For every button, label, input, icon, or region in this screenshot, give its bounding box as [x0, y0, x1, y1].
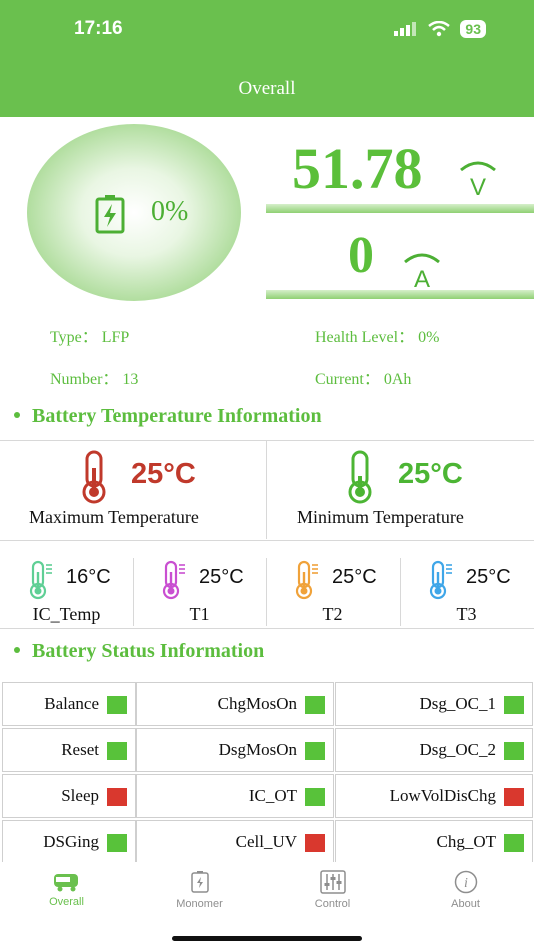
- status-label: Dsg_OC_2: [419, 740, 496, 759]
- status-indicator: [107, 742, 127, 760]
- tab-about[interactable]: i About: [399, 870, 532, 910]
- current-value: 0: [348, 227, 374, 284]
- status-indicator: [504, 834, 524, 852]
- temperature-section-title: Battery Temperature Information: [14, 405, 322, 428]
- soc-value: 0%: [151, 196, 189, 227]
- status-cell: Sleep: [2, 774, 136, 818]
- status-indicator: [107, 788, 127, 806]
- thermometer-icon: [29, 560, 52, 600]
- sensor-temperature-value: 25°C: [199, 566, 244, 588]
- sensor-temperature-value: 25°C: [332, 566, 377, 588]
- voltage-bar: [266, 204, 534, 213]
- status-section-title: Battery Status Information: [14, 640, 264, 663]
- charging-battery-icon: [95, 195, 125, 234]
- sensor-label: T2: [322, 604, 343, 624]
- svg-text:i: i: [464, 876, 468, 891]
- battery-car-icon: [53, 874, 78, 892]
- status-cell: DsgMosOn: [136, 728, 334, 772]
- status-label: Sleep: [61, 786, 99, 805]
- wifi-icon: [428, 21, 451, 37]
- status-indicator: [305, 742, 325, 760]
- thermometer-icon: [162, 560, 185, 600]
- info-icon: i: [454, 870, 477, 894]
- status-indicator: [504, 696, 524, 714]
- sliders-icon: [319, 870, 346, 894]
- status-cell: Dsg_OC_1: [335, 682, 533, 726]
- current-bar: [266, 290, 534, 299]
- max-temperature-value: 25°C: [131, 458, 196, 490]
- status-cell: Cell_UV: [136, 820, 334, 864]
- sensor-temperature-value: 16°C: [66, 566, 111, 588]
- status-time: 17:16: [74, 18, 123, 39]
- status-cell: Balance: [2, 682, 136, 726]
- status-label: LowVolDisChg: [389, 786, 496, 805]
- voltage-value: 51.78: [292, 136, 423, 201]
- health-level: Health Level： 0%: [315, 329, 440, 346]
- sensor-label: IC_Temp: [32, 604, 101, 624]
- thermometer-icon: [429, 560, 452, 600]
- status-indicator: [504, 788, 524, 806]
- sensor-temperature-value: 25°C: [466, 566, 511, 588]
- battery-cell-icon: [190, 871, 209, 893]
- voltage-unit: V: [470, 174, 486, 198]
- capacity-current: Current： 0Ah: [315, 371, 412, 388]
- sensor-label: T3: [456, 604, 477, 624]
- tab-label: Monomer: [176, 898, 223, 910]
- status-icons: 93: [394, 20, 486, 38]
- soc-gauge: 0%: [27, 124, 241, 301]
- status-cell: LowVolDisChg: [335, 774, 533, 818]
- status-indicator: [107, 696, 127, 714]
- status-label: Dsg_OC_1: [419, 694, 496, 713]
- status-label: ChgMosOn: [217, 694, 297, 713]
- tab-label: Control: [314, 898, 351, 910]
- voltage-unit-icon: V: [460, 161, 496, 198]
- battery-type: Type： LFP: [50, 329, 130, 346]
- max-temperature-label: Maximum Temperature: [29, 507, 199, 527]
- thermometer-icon: [295, 560, 318, 600]
- signal-icon: [394, 22, 417, 36]
- status-indicator: [504, 742, 524, 760]
- tab-overall[interactable]: Overall: [0, 870, 133, 908]
- cell-number: Number： 13: [50, 371, 139, 388]
- current-unit: A: [414, 266, 430, 290]
- status-indicator: [305, 788, 325, 806]
- status-cell: Reset: [2, 728, 136, 772]
- tab-control[interactable]: Control: [266, 870, 399, 910]
- status-cell: Dsg_OC_2: [335, 728, 533, 772]
- status-indicator: [305, 834, 325, 852]
- status-indicator: [107, 834, 127, 852]
- status-cell: IC_OT: [136, 774, 334, 818]
- min-temperature-label: Minimum Temperature: [297, 507, 464, 527]
- status-label: Cell_UV: [235, 832, 297, 851]
- status-label: Reset: [61, 740, 99, 759]
- sensor-label: T1: [189, 604, 210, 624]
- status-cell: ChgMosOn: [136, 682, 334, 726]
- tab-monomer[interactable]: Monomer: [133, 870, 266, 910]
- status-cell: Chg_OT: [335, 820, 533, 864]
- min-temperature-value: 25°C: [398, 458, 463, 490]
- tab-label: Overall: [49, 896, 84, 908]
- home-indicator: [172, 936, 362, 941]
- tab-label: About: [451, 898, 480, 910]
- status-label: DSGing: [43, 832, 99, 851]
- status-label: Balance: [44, 694, 99, 713]
- status-label: IC_OT: [248, 786, 297, 805]
- status-indicator: [305, 696, 325, 714]
- page-title: Overall: [238, 78, 296, 99]
- app-header: 17:16 93 Overall: [0, 0, 534, 117]
- battery-level-badge: 93: [460, 20, 486, 38]
- current-unit-icon: A: [404, 253, 440, 290]
- status-cell: DSGing: [2, 820, 136, 864]
- status-label: Chg_OT: [436, 832, 497, 851]
- status-label: DsgMosOn: [218, 740, 297, 759]
- thermometer-max-icon: [82, 450, 106, 504]
- thermometer-min-icon: [348, 450, 372, 504]
